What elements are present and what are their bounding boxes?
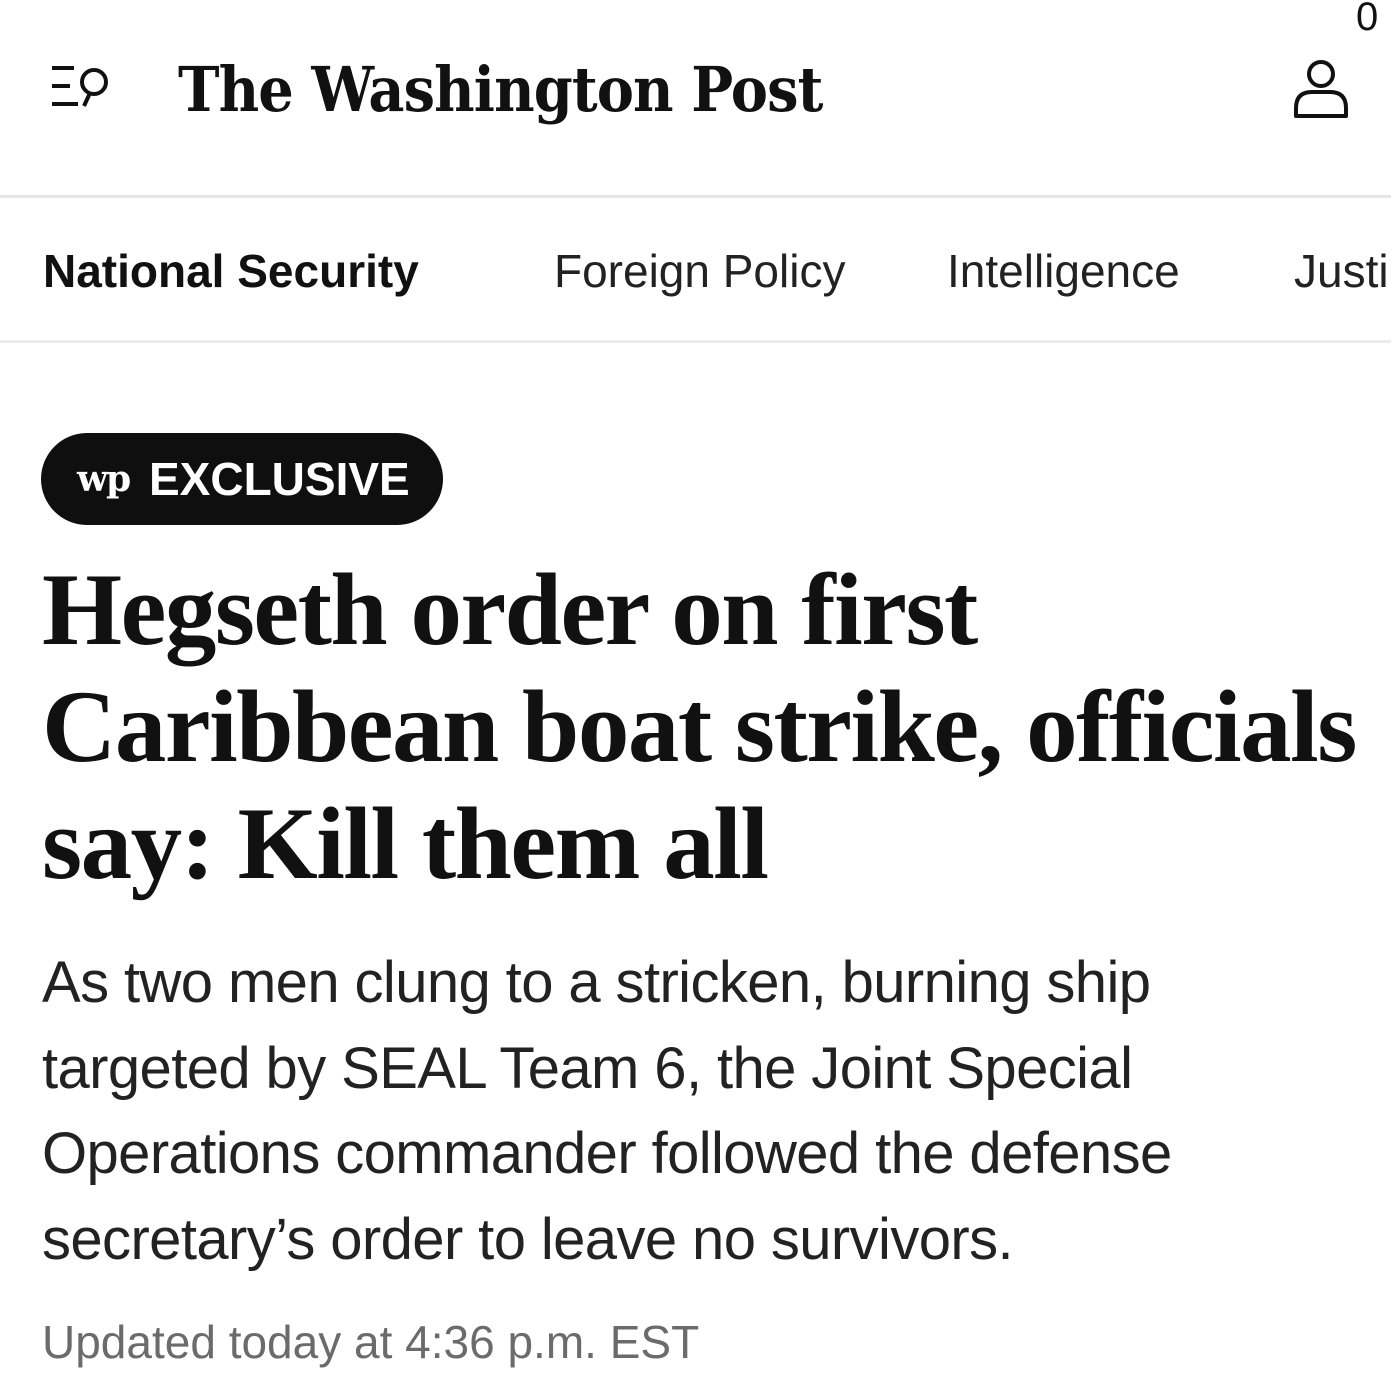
nav-item-justice[interactable]: Justi <box>1294 244 1389 298</box>
menu-search-icon[interactable] <box>48 62 114 114</box>
user-icon-glyph <box>1294 60 1348 118</box>
nav-item-foreign-policy[interactable]: Foreign Policy <box>554 244 845 298</box>
masthead-logo[interactable]: The Washington Post <box>178 40 823 140</box>
article-summary: As two men clung to a stricken, burning … <box>42 950 1172 1272</box>
section-nav: National Security Foreign Policy Intelli… <box>0 198 1391 343</box>
article-headline[interactable]: Hegseth order on first Caribbean boat st… <box>42 552 1362 903</box>
badge-label: EXCLUSIVE <box>149 453 410 505</box>
nav-item-national-security[interactable]: National Security <box>43 244 419 298</box>
wp-logo-icon: wp <box>77 458 131 500</box>
notification-count: 0 <box>1356 0 1379 39</box>
exclusive-badge: wp EXCLUSIVE <box>41 433 443 525</box>
user-icon[interactable] <box>1290 58 1352 120</box>
top-header: The Washington Post 0 <box>0 0 1391 198</box>
article-timestamp: Updated today at 4:36 p.m. EST <box>42 1316 700 1368</box>
nav-item-intelligence[interactable]: Intelligence <box>947 244 1180 298</box>
menu-search-icon-glyph <box>52 66 108 107</box>
